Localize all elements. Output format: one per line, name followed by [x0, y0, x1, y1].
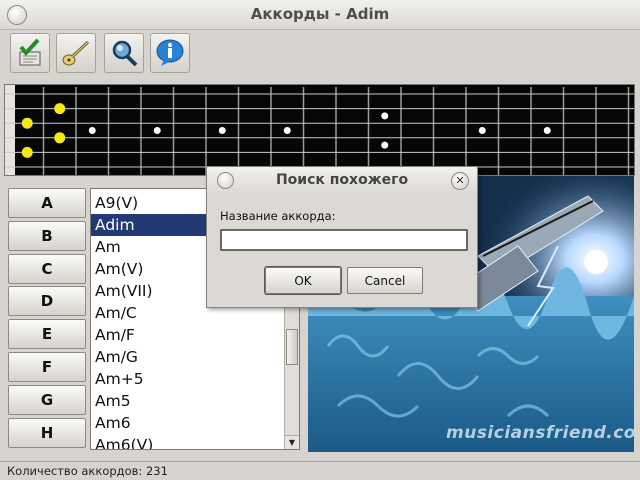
scroll-down-arrow-icon[interactable]: ▼ [285, 435, 299, 449]
chord-finger-dot [54, 132, 66, 144]
chord-list-item[interactable]: Am+5 [91, 368, 285, 390]
window-title: Аккорды - Adim [250, 5, 390, 23]
chord-list-item[interactable]: Am/F [91, 324, 285, 346]
chord-count: Количество аккордов: 231 [7, 464, 168, 478]
dialog-title: Поиск похожего [275, 172, 409, 188]
ok-button[interactable]: OK [265, 267, 341, 294]
info-icon [156, 39, 184, 66]
chord-name-input[interactable] [220, 229, 468, 251]
key-button-g[interactable]: G [8, 384, 86, 415]
close-icon[interactable]: ✕ [451, 172, 469, 190]
fretboard-nut [5, 85, 15, 175]
fretboard-graphic [5, 85, 634, 175]
fret-marker [153, 127, 161, 134]
scrollbar-thumb[interactable] [286, 329, 298, 365]
title-bar: Аккорды - Adim [0, 0, 640, 30]
info-button[interactable] [150, 33, 190, 73]
chord-finger-dot [21, 117, 33, 129]
check-document-button[interactable] [10, 33, 50, 73]
check-document-icon [19, 38, 41, 66]
chord-finger-dot [21, 146, 33, 158]
chord-list-item[interactable]: Am5 [91, 390, 285, 412]
fret-marker [218, 127, 226, 134]
watermark-text: musiciansfriend.com [446, 423, 634, 443]
dialog-title-bar: Поиск похожего ✕ [207, 167, 477, 195]
chord-list-item[interactable]: Am6(V) [91, 434, 285, 449]
key-button-h[interactable]: H [8, 417, 86, 448]
fret-marker [381, 112, 389, 120]
fret-marker [88, 127, 96, 134]
key-button-d[interactable]: D [8, 286, 86, 317]
guitar-icon [62, 40, 90, 66]
status-bar: Количество аккордов: 231 [0, 461, 640, 480]
fret-marker [381, 141, 389, 149]
chord-list-item[interactable]: Am/G [91, 346, 285, 368]
magnifier-icon [112, 40, 138, 67]
key-button-e[interactable]: E [8, 319, 86, 350]
guitar-button[interactable] [56, 33, 96, 73]
fret-marker [478, 127, 486, 134]
fret-marker [543, 127, 551, 134]
find-similar-dialog: Поиск похожего ✕ Название аккорда: OK Ca… [206, 166, 478, 308]
toolbar [0, 30, 640, 80]
key-button-f[interactable]: F [8, 352, 86, 382]
key-button-a[interactable]: A [8, 188, 86, 218]
fret-marker [283, 127, 291, 134]
cancel-button[interactable]: Cancel [347, 267, 423, 294]
fretboard [4, 84, 635, 176]
key-button-c[interactable]: C [8, 253, 86, 284]
key-button-b[interactable]: B [8, 220, 86, 251]
chord-list-item[interactable]: Am6 [91, 412, 285, 434]
chord-name-label: Название аккорда: [220, 209, 336, 223]
search-button[interactable] [104, 33, 144, 73]
chord-finger-dot [54, 103, 66, 115]
